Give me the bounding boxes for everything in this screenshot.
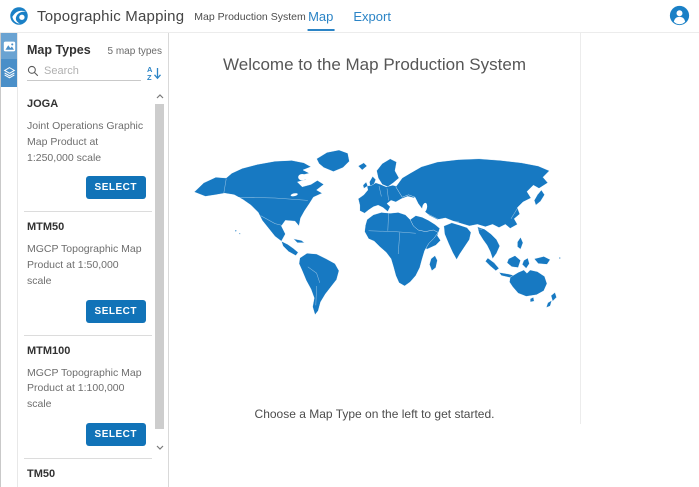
map-type-description: Joint Operations Graphic Map Product at …: [27, 119, 145, 166]
list-item-mtm50: MTM50 MGCP Topographic Map Product at 1:…: [24, 212, 152, 335]
list-item-mtm100: MTM100 MGCP Topographic Map Product at 1…: [24, 336, 152, 459]
map-types-count: 5 map types: [108, 46, 162, 57]
select-button-joga[interactable]: SELECT: [86, 176, 146, 199]
app-header: Topographic Mapping Map Production Syste…: [0, 0, 699, 33]
map-type-description: MGCP Topographic Map Product at 1:50,000…: [27, 242, 145, 289]
world-map-image: [179, 125, 571, 323]
app-logo-globe-icon: [9, 6, 29, 26]
map-type-description: MGCP Topographic Map Product at 1:100,00…: [27, 366, 145, 413]
tab-map[interactable]: Map: [307, 2, 334, 31]
map-type-name: MTM100: [27, 345, 152, 357]
action-layers[interactable]: [1, 59, 17, 85]
select-button-mtm50[interactable]: SELECT: [86, 300, 146, 323]
app-title: Topographic Mapping: [37, 8, 184, 25]
panel-title: Map Types: [27, 43, 91, 57]
search-input[interactable]: [44, 65, 124, 77]
map-type-name: MTM50: [27, 221, 152, 233]
map-tile-icon: [3, 40, 16, 53]
search-field[interactable]: [27, 65, 141, 81]
map-type-name: JOGA: [27, 98, 152, 110]
map-types-panel: Map Types 5 map types A Z JOGA Joint O: [18, 33, 169, 487]
svg-text:Z: Z: [147, 73, 152, 81]
scrollbar-thumb[interactable]: [155, 104, 164, 429]
scroll-down-icon[interactable]: [154, 441, 166, 453]
search-icon: [27, 65, 39, 77]
list-item-tm50: TM50 Topographic Map Product at 1:50,000…: [24, 459, 152, 487]
map-type-name: TM50: [27, 468, 152, 480]
sort-az-icon[interactable]: A Z: [147, 65, 162, 81]
welcome-panel: Welcome to the Map Production System: [169, 33, 581, 424]
select-button-mtm100[interactable]: SELECT: [86, 423, 146, 446]
tab-export[interactable]: Export: [352, 2, 392, 31]
layers-icon: [3, 66, 16, 79]
main-content: Welcome to the Map Production System: [169, 33, 699, 487]
list-item-joga: JOGA Joint Operations Graphic Map Produc…: [24, 89, 152, 212]
sidebar-scrollbar[interactable]: [154, 89, 166, 487]
helper-text: Choose a Map Type on the left to get sta…: [255, 407, 495, 421]
scroll-up-icon[interactable]: [154, 90, 166, 102]
header-tabs: Map Export: [307, 0, 392, 33]
app-subtitle: Map Production System: [194, 11, 305, 23]
user-avatar-icon[interactable]: [669, 5, 690, 26]
action-map-types[interactable]: [1, 33, 17, 59]
map-types-list: JOGA Joint Operations Graphic Map Produc…: [18, 89, 168, 487]
welcome-title: Welcome to the Map Production System: [223, 55, 526, 75]
action-strip: [0, 33, 18, 487]
